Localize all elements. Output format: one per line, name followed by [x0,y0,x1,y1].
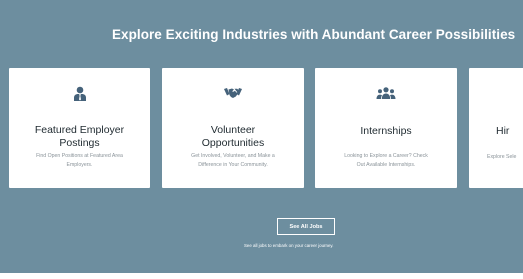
card-description: Find Open Positions at Featured Area Emp… [15,152,144,170]
card-volunteer-opportunities[interactable]: Volunteer Opportunities Get Involved, Vo… [162,68,304,188]
card-title: Hir [469,125,523,138]
card-title-line: Postings [59,137,100,149]
card-description-line: Get Involved, Volunteer, and Make a [191,153,275,159]
card-internships[interactable]: Internships Looking to Explore a Career?… [315,68,457,188]
section-title: Explore Exciting Industries with Abundan… [112,27,516,42]
card-title-line: Internships [360,125,412,137]
card-title-line: Opportunities [201,137,265,149]
card-hiring[interactable]: Hir Explore Sele [469,68,523,188]
card-description: Get Involved, Volunteer, and Make a Diff… [168,152,298,170]
employer-icon [9,85,150,101]
group-icon [315,85,457,101]
card-description-line: Looking to Explore a Career? Check [344,153,428,159]
industries-section: Explore Exciting Industries with Abundan… [0,0,523,273]
card-description: Explore Sele [487,153,523,162]
card-description-line: Find Open Positions at Featured Area [36,153,123,159]
card-description-line: Employers. [66,162,93,168]
card-description: Looking to Explore a Career? Check Out A… [321,152,451,170]
card-title-line: Volunteer [210,124,256,136]
see-all-jobs-button[interactable]: See All Jobs [277,218,335,235]
card-description-line: Out Available Internships. [356,162,416,168]
card-title-line: Featured Employer [34,124,125,136]
card-title: Featured Employer Postings [9,124,150,150]
handshake-icon [162,85,304,101]
card-title: Volunteer Opportunities [162,124,304,150]
card-title: Internships [315,125,457,138]
card-featured-employer-postings[interactable]: Featured Employer Postings Find Open Pos… [9,68,150,188]
card-description-line: Difference in Your Community. [198,162,268,168]
card-title-line: Hir [496,125,510,137]
see-all-jobs-caption: See all jobs to embark on your career jo… [244,243,334,248]
card-description-line: Explore Sele [487,154,517,160]
